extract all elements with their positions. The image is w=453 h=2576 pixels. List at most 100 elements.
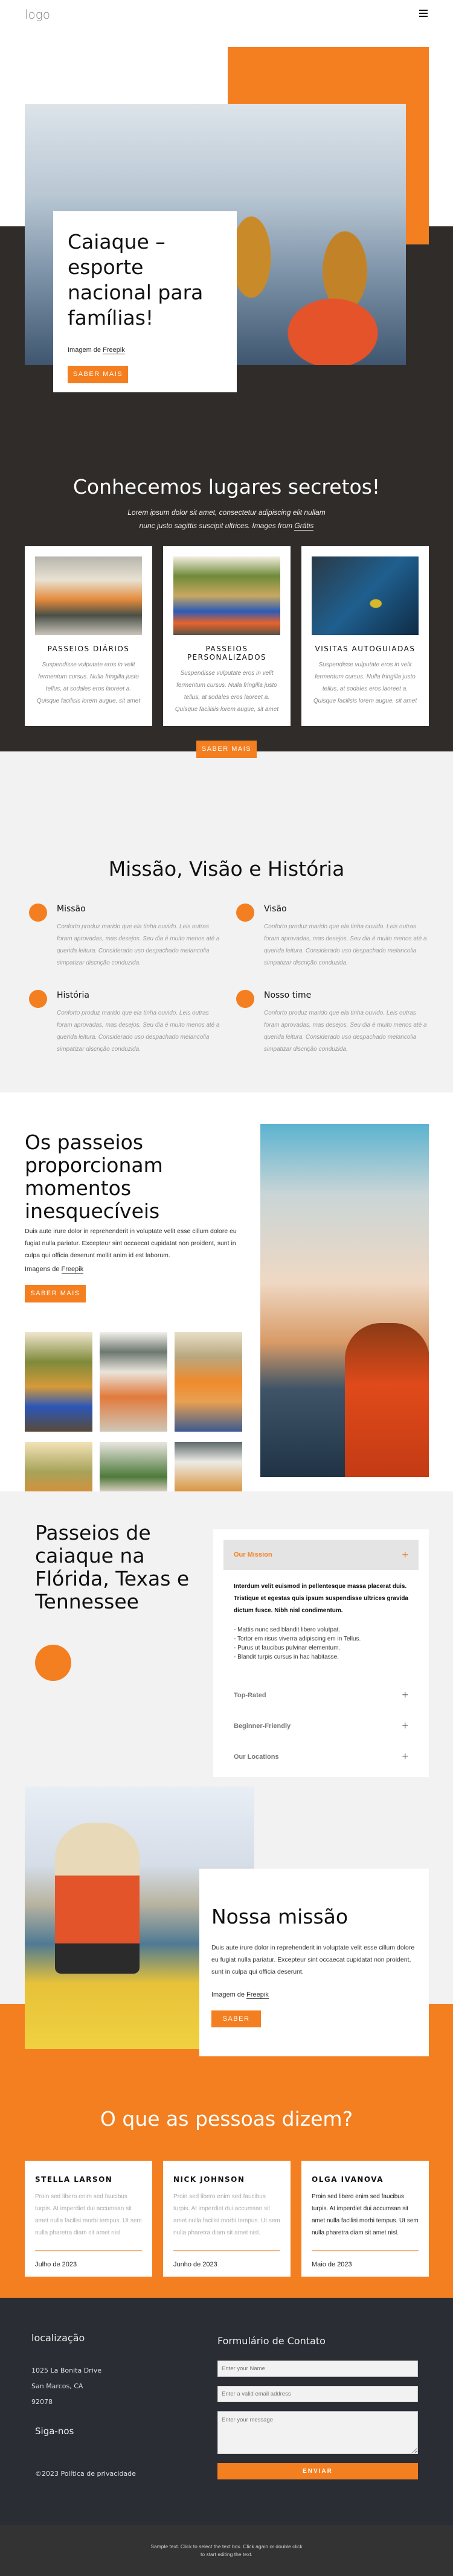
accordion-item-our-mission[interactable]: Our Mission + (223, 1540, 419, 1570)
site-footer: localização 1025 La Bonita Drive San Mar… (0, 2298, 453, 2525)
address-line: 92078 (31, 2398, 53, 2406)
email-input[interactable] (217, 2386, 418, 2402)
testimonial-name: NICK JOHNSON (173, 2175, 245, 2184)
divider (35, 2250, 142, 2251)
tour-card: VISITAS AUTOGUIADAS Suspendisse vulputat… (301, 546, 429, 726)
section-title: Nossa missão (211, 1905, 349, 1928)
tour-card-title: PASSEIOS DIÁRIOS (47, 645, 130, 653)
section-subtitle: Lorem ipsum dolor sit amet, consectetur … (127, 506, 326, 532)
gallery-image (25, 1332, 92, 1432)
gallery-image (175, 1332, 242, 1432)
section-text: Duis aute irure dolor in reprehenderit i… (25, 1228, 237, 1259)
section-title: Os passeios proporcionam momentos inesqu… (25, 1130, 163, 1223)
tour-card-image (173, 556, 280, 635)
testimonial-card: STELLA LARSON Proin sed libero enim sed … (25, 2161, 152, 2277)
our-mission-section: Nossa missão Duis aute irure dolor in re… (0, 1777, 453, 2068)
freepik-link[interactable]: Freepik (246, 1991, 269, 1999)
logo[interactable]: logo (25, 7, 50, 22)
accordion-item-our-locations[interactable]: Our Locations + (223, 1741, 419, 1772)
testimonial-name: STELLA LARSON (35, 2175, 113, 2184)
tour-card-text: Suspendisse vulputate eros in velit ferm… (36, 662, 141, 704)
testimonial-text: Proin sed libero enim sed faucibus turpi… (173, 2193, 280, 2236)
mission-item: Nosso time Conforto produz marido que ela… (236, 990, 428, 1056)
hamburger-icon[interactable] (419, 10, 428, 18)
mission-item-title: Nosso time (264, 990, 312, 1000)
testimonial-text: Proin sed libero enim sed faucibus turpi… (35, 2193, 142, 2236)
tour-card-image (35, 556, 142, 635)
privacy-policy-link[interactable]: ©2023 Política de privacidade (35, 2470, 136, 2478)
contact-form: ENVIAR (217, 2361, 418, 2479)
tour-card-text: Suspendisse vulputate eros in velit ferm… (313, 662, 417, 704)
orange-dot-icon (29, 904, 47, 922)
accordion-lead-text: Interdum velit euismod in pellentesque m… (234, 1583, 408, 1614)
testimonial-text: Proin sed libero enim sed faucibus turpi… (312, 2193, 419, 2236)
accordion-panel: Interdum velit euismod in pellentesque m… (223, 1570, 419, 1680)
submit-button[interactable]: ENVIAR (217, 2463, 418, 2479)
tour-card-image (312, 556, 419, 635)
testimonial-date: Julho de 2023 (35, 2261, 77, 2268)
plus-icon[interactable]: + (402, 1549, 408, 1561)
address-line: 1025 La Bonita Drive (31, 2367, 102, 2374)
mission-grid: Missão Conforto produz marido que ela tin… (29, 904, 428, 1056)
divider (173, 2250, 280, 2251)
list-item: Mattis nunc sed blandit libero volutpat. (234, 1625, 408, 1634)
site-header: logo (0, 0, 453, 36)
mission-vision-section: Missão, Visão e História Missão Conforto … (0, 821, 453, 1092)
accordion: Our Mission + Interdum velit euismod in … (213, 1529, 429, 1782)
message-textarea[interactable] (217, 2411, 418, 2454)
mission-item-title: Visão (264, 904, 287, 914)
location-title: localização (31, 2332, 85, 2344)
mission-item-title: Missão (57, 904, 86, 914)
accordion-item-top-rated[interactable]: Top-Rated + (223, 1680, 419, 1710)
accordion-item-beginner-friendly[interactable]: Beginner-Friendly + (223, 1710, 419, 1741)
section-text: Duis aute irure dolor in reprehenderit i… (211, 1944, 415, 1975)
secrets-learn-more-button[interactable]: SABER MAIS (196, 741, 257, 758)
our-mission-card: Nossa missão Duis aute irure dolor in re… (199, 1869, 429, 2068)
testimonial-cards: STELLA LARSON Proin sed libero enim sed … (25, 2161, 429, 2277)
accordion-label: Beginner-Friendly (234, 1722, 291, 1730)
list-item: Purus ut faucibus pulvinar elementum. (234, 1643, 408, 1653)
mission-item-text: Conforto produz marido que ela tinha ouv… (57, 923, 220, 966)
credit-prefix: Imagem de (211, 1991, 247, 1998)
list-item: Blandit turpis cursus in hac habitasse. (234, 1653, 408, 1662)
plus-icon[interactable]: + (402, 1750, 408, 1763)
mission-learn-more-button[interactable]: SABER MAIS (211, 2010, 261, 2039)
tour-card: PASSEIOS DIÁRIOS Suspendisse vulputate e… (25, 546, 152, 726)
mission-item: Missão Conforto produz marido que ela tin… (29, 904, 236, 969)
testimonial-card: OLGA IVANOVA Proin sed libero enim sed f… (301, 2161, 429, 2277)
section-title: Passeios de caiaque na Flórida, Texas e … (35, 1521, 190, 1613)
mission-item: Visão Conforto produz marido que ela tinh… (236, 904, 428, 969)
address-line: San Marcos, CA (31, 2382, 83, 2390)
accordion-label: Our Locations (234, 1753, 279, 1761)
testimonial-card: NICK JOHNSON Proin sed libero enim sed f… (163, 2161, 291, 2277)
freepik-link[interactable]: Freepik (61, 1266, 84, 1274)
hero-card: Caiaque – esporte nacional para famílias… (53, 211, 237, 392)
hero-credit: Imagem de Freepik (68, 346, 222, 354)
orange-dot-icon (236, 904, 254, 922)
plus-icon[interactable]: + (402, 1720, 408, 1732)
hero-learn-more-button[interactable]: SABER MAIS (68, 366, 128, 383)
tours-moments-section: Os passeios proporcionam momentos inesqu… (0, 1092, 453, 1541)
plus-icon[interactable]: + (402, 1689, 408, 1701)
section-title: Conhecemos lugares secretos! (72, 475, 381, 499)
section-title: Missão, Visão e História (108, 857, 345, 881)
contact-form-title: Formulário de Contato (217, 2335, 326, 2347)
tour-card: PASSEIOS PERSONALIZADOS Suspendisse vulp… (163, 546, 291, 726)
list-item: Tortor em risus viverra adipiscing em in… (234, 1634, 408, 1643)
orange-dot-icon (29, 990, 47, 1008)
locations-section: Passeios de caiaque na Flórida, Texas e … (0, 1491, 453, 1782)
gallery-image (100, 1332, 167, 1432)
credit-prefix: Imagens de (25, 1266, 62, 1273)
divider (312, 2250, 419, 2251)
name-input[interactable] (217, 2361, 418, 2377)
secret-places-section: Conhecemos lugares secretos! Lorem ipsum… (0, 459, 453, 821)
section-title: O que as pessoas dizem? (100, 2107, 353, 2131)
gratis-link[interactable]: Grátis (294, 521, 314, 531)
testimonial-date: Maio de 2023 (312, 2261, 352, 2268)
testimonials-section: O que as pessoas dizem? STELLA LARSON Pr… (0, 2056, 453, 2298)
hero-title: Caiaque – esporte nacional para famílias… (68, 230, 204, 330)
mission-item-title: História (57, 990, 89, 1000)
testimonial-name: OLGA IVANOVA (312, 2175, 384, 2184)
freepik-link[interactable]: Freepik (103, 346, 125, 354)
tours-learn-more-button[interactable]: SABER MAIS (25, 1285, 86, 1302)
